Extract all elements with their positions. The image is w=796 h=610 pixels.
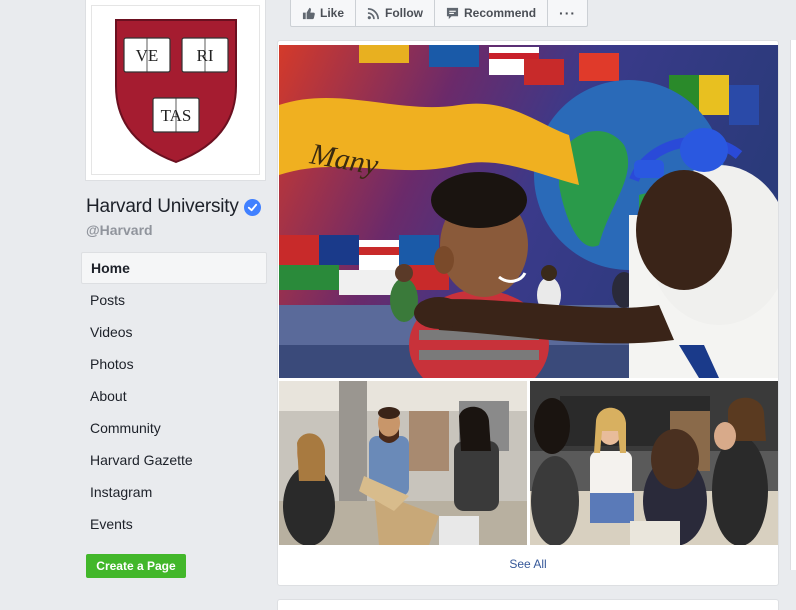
featured-photo[interactable]: Many [279,45,778,378]
follow-label: Follow [385,6,424,20]
speech-bubble-icon [446,7,459,19]
nav-item-home[interactable]: Home [81,252,267,284]
see-all-photos-link[interactable]: See All [278,557,778,571]
gallery-photo-2[interactable] [530,381,778,545]
page-name-text[interactable]: Harvard University [86,196,239,218]
page-action-bar: Like Follow Recommend ··· [290,0,589,27]
left-gutter [0,0,80,610]
more-options-button[interactable]: ··· [548,0,587,26]
shield-word-ri: RI [196,46,213,65]
page-title[interactable]: Harvard University [86,196,261,218]
nav-item-videos[interactable]: Videos [81,316,267,348]
like-label: Like [320,6,345,20]
harvard-shield-logo: VE RI TAS [114,19,237,164]
nav-item-instagram[interactable]: Instagram [81,476,267,508]
nav-item-about[interactable]: About [81,380,267,412]
nav-item-harvard-gazette[interactable]: Harvard Gazette [81,444,267,476]
nav-item-photos[interactable]: Photos [81,348,267,380]
follow-button[interactable]: Follow [356,0,436,26]
page-nav: Home Posts Videos Photos About Community… [81,252,267,540]
recommend-label: Recommend [464,6,537,20]
nav-item-posts[interactable]: Posts [81,284,267,316]
photos-card: Many See All [277,40,779,586]
like-button[interactable]: Like [291,0,357,26]
profile-picture[interactable]: VE RI TAS [85,0,266,181]
recommend-button[interactable]: Recommend [435,0,549,26]
nav-item-community[interactable]: Community [81,412,267,444]
more-dots-icon: ··· [559,5,577,21]
verified-badge-icon [243,198,261,216]
create-page-button[interactable]: Create a Page [86,554,186,578]
rss-feed-icon [367,7,379,19]
shield-word-tas: TAS [160,106,191,125]
nav-item-events[interactable]: Events [81,508,267,540]
shield-word-ve: VE [135,46,158,65]
thumbs-up-icon [302,7,315,19]
gallery-photo-1[interactable] [279,381,527,545]
next-content-card [277,599,779,610]
right-column-edge [790,40,796,570]
page-handle[interactable]: @Harvard [86,222,153,238]
